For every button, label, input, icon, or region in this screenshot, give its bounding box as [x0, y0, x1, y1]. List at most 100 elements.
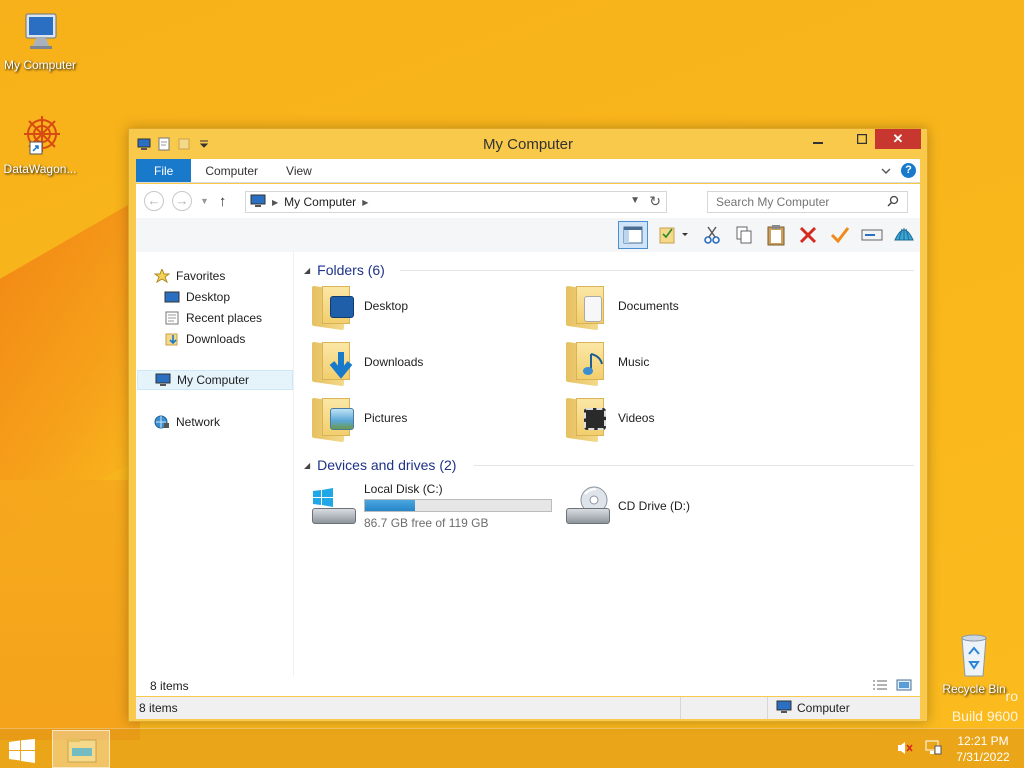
paste-button[interactable] — [764, 223, 788, 247]
drive-local-disk-c[interactable]: Local Disk (C:) 86.7 GB free of 119 GB — [310, 478, 552, 534]
folder-downloads[interactable]: Downloads — [310, 336, 550, 388]
group-divider — [400, 270, 914, 271]
folder-videos[interactable]: Videos — [564, 392, 804, 444]
item-count: 8 items — [150, 679, 189, 693]
folder-pictures[interactable]: Pictures — [310, 392, 550, 444]
collapse-triangle-icon[interactable]: ◢ — [304, 461, 310, 470]
folder-music[interactable]: Music — [564, 336, 804, 388]
drive-cd-d[interactable]: CD Drive (D:) — [564, 478, 690, 534]
desktop-icon-my-computer[interactable]: My Computer — [0, 8, 80, 72]
drive-name: Local Disk (C:) — [364, 482, 443, 496]
help-button[interactable]: ? — [901, 163, 916, 178]
folder-documents[interactable]: Documents — [564, 280, 804, 332]
minimize-icon — [813, 142, 823, 144]
tab-file[interactable]: File — [136, 159, 192, 182]
desktop-icon-datawagon[interactable]: DataWagon... — [0, 112, 80, 176]
layout-pane-icon — [623, 226, 643, 244]
computer-icon — [16, 8, 64, 56]
control-panel-button[interactable] — [892, 223, 916, 247]
maximize-button[interactable] — [849, 129, 875, 149]
start-button[interactable] — [8, 739, 38, 763]
map-drive-button[interactable] — [860, 223, 884, 247]
copy-icon — [736, 226, 752, 244]
nav-label: Network — [176, 415, 221, 429]
clock-date: 7/31/2022 — [956, 750, 1010, 764]
videos-folder-icon — [564, 394, 610, 443]
taskbar-clock[interactable]: 12:21 PM 7/31/2022 — [952, 733, 1014, 765]
os-watermark: ro Build 9600 — [952, 686, 1018, 726]
properties-checklist-icon — [659, 227, 688, 244]
music-folder-icon — [564, 338, 610, 387]
drive-usage-bar — [364, 499, 552, 512]
file-list: ◢ Folders (6) Desktop Documents Download… — [296, 252, 920, 696]
nav-favorites[interactable]: Favorites — [153, 266, 225, 286]
folder-name: Desktop — [364, 299, 409, 313]
large-icons-view-icon[interactable] — [896, 679, 912, 694]
up-button[interactable]: ↑ — [219, 193, 227, 210]
status-location-label: Computer — [797, 701, 850, 715]
details-view-icon[interactable] — [872, 679, 888, 694]
folder-name: Music — [618, 355, 650, 369]
forward-button[interactable]: → — [172, 191, 192, 211]
nav-recent-places[interactable]: Recent places — [164, 308, 262, 328]
nav-desktop[interactable]: Desktop — [164, 287, 230, 307]
close-button[interactable]: ✕ — [875, 129, 921, 149]
computer-icon — [250, 194, 266, 211]
status-bar: 8 items Computer — [136, 697, 920, 719]
search-input[interactable] — [716, 195, 876, 209]
close-icon: ✕ — [892, 131, 904, 146]
nav-my-computer[interactable]: My Computer — [137, 370, 293, 390]
copy-button[interactable] — [732, 223, 756, 247]
group-header-devices[interactable]: ◢ Devices and drives (2) — [304, 455, 914, 475]
shell-icon — [894, 228, 914, 241]
tab-computer[interactable]: Computer — [191, 159, 272, 182]
breadcrumb-separator-icon[interactable]: ▶ — [272, 198, 278, 207]
recent-locations-chevron-icon[interactable]: ▼ — [200, 196, 209, 206]
network-status-icon[interactable] — [924, 740, 942, 759]
folder-name: Downloads — [364, 355, 424, 369]
folder-desktop[interactable]: Desktop — [310, 280, 550, 332]
group-divider — [474, 465, 914, 466]
search-icon[interactable] — [887, 195, 899, 210]
expand-ribbon-chevron-icon[interactable] — [881, 164, 891, 178]
wallpaper-shape-lower — [0, 480, 140, 740]
watermark-line-1: ro — [1005, 688, 1018, 704]
minimize-button[interactable] — [805, 129, 831, 149]
group-header-folders[interactable]: ◢ Folders (6) — [304, 260, 914, 280]
collapse-triangle-icon[interactable]: ◢ — [304, 266, 310, 275]
breadcrumb-my-computer[interactable]: My Computer — [284, 195, 356, 209]
search-box[interactable] — [707, 191, 908, 213]
command-toolbar — [136, 218, 920, 252]
cd-drive-icon — [564, 486, 612, 526]
address-bar[interactable]: ▶ My Computer ▶ ▼ ↻ — [245, 191, 667, 213]
preview-pane-button[interactable] — [618, 221, 648, 249]
status-location: Computer — [768, 700, 850, 717]
drive-icon — [861, 229, 883, 241]
rename-button[interactable] — [828, 223, 852, 247]
nav-downloads[interactable]: Downloads — [164, 329, 245, 349]
pictures-folder-icon — [310, 394, 356, 443]
volume-muted-icon[interactable] — [896, 740, 914, 759]
checkmark-icon — [830, 227, 850, 244]
desktop-icon — [164, 290, 180, 304]
title-bar[interactable]: My Computer ✕ — [129, 129, 927, 159]
delete-button[interactable] — [796, 223, 820, 247]
tab-view[interactable]: View — [272, 159, 326, 182]
nav-label: Recent places — [186, 311, 263, 325]
clipboard-icon — [767, 225, 785, 246]
cut-button[interactable] — [700, 223, 724, 247]
system-tray: 12:21 PM 7/31/2022 — [896, 729, 1024, 768]
nav-label: Desktop — [186, 290, 231, 304]
drive-name: CD Drive (D:) — [618, 499, 690, 513]
address-dropdown-icon[interactable]: ▼ — [630, 195, 640, 206]
drive-usage-fill — [365, 500, 416, 511]
clock-time: 12:21 PM — [957, 734, 1009, 748]
breadcrumb-separator-icon[interactable]: ▶ — [362, 198, 368, 207]
scissors-icon — [704, 226, 720, 244]
properties-button[interactable] — [656, 223, 692, 247]
refresh-icon[interactable]: ↻ — [649, 193, 661, 210]
nav-network[interactable]: Network — [154, 412, 220, 432]
taskbar-file-explorer[interactable] — [52, 730, 110, 768]
ribbon-tabs: File Computer View ? — [136, 159, 920, 183]
back-button[interactable]: ← — [144, 191, 164, 211]
